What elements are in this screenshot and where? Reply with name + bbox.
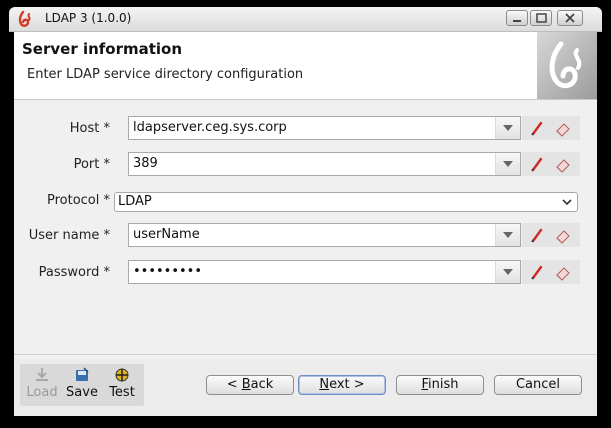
chevron-down-icon [562, 199, 572, 206]
load-button[interactable]: Load [22, 364, 62, 406]
next-mnemonic: N [319, 377, 330, 392]
host-value: ldapserver.ceg.sys.corp [133, 120, 287, 135]
username-tools [522, 223, 580, 247]
wizard-header: Server information Enter LDAP service di… [14, 32, 597, 100]
next-button[interactable]: Next > [298, 375, 386, 395]
page-title: Server information [22, 40, 183, 58]
port-tools [522, 152, 580, 176]
finish-button[interactable]: Finish [396, 375, 484, 395]
header-logo [537, 32, 597, 99]
back-button[interactable]: < Back [206, 375, 294, 395]
eraser-icon[interactable] [554, 155, 572, 173]
maximize-icon [536, 13, 547, 23]
save-button[interactable]: Save [62, 364, 102, 406]
password-dropdown-button[interactable] [495, 261, 520, 283]
wizard-window: LDAP 3 (1.0.0) Server information Enter … [0, 0, 611, 428]
chevron-down-icon [503, 269, 513, 275]
protocol-label: Protocol * [46, 193, 110, 208]
maximize-button[interactable] [530, 10, 552, 26]
title-bar[interactable]: LDAP 3 (1.0.0) [9, 7, 602, 32]
edit-icon[interactable] [528, 119, 546, 137]
window-title: LDAP 3 (1.0.0) [45, 11, 132, 25]
host-dropdown-button[interactable] [495, 117, 520, 139]
host-combo[interactable]: ldapserver.ceg.sys.corp [128, 116, 521, 140]
password-tools [522, 260, 580, 284]
password-combo[interactable]: ••••••••• [128, 260, 521, 284]
chevron-down-icon [503, 161, 513, 167]
password-value: ••••••••• [133, 264, 203, 279]
minimize-button[interactable] [506, 10, 528, 26]
chevron-down-icon [503, 125, 513, 131]
load-icon [36, 368, 48, 381]
wizard-body: Server information Enter LDAP service di… [14, 32, 597, 416]
username-label: User name * [28, 228, 110, 243]
password-label: Password * [38, 265, 110, 280]
eraser-icon[interactable] [554, 119, 572, 137]
edit-icon[interactable] [528, 263, 546, 281]
chevron-down-icon [503, 232, 513, 238]
footer-divider [14, 354, 597, 355]
port-value: 389 [133, 156, 158, 171]
protocol-value: LDAP [118, 194, 152, 209]
close-button[interactable] [557, 10, 583, 26]
load-label: Load [26, 385, 58, 400]
back-rest: ack [250, 377, 274, 392]
app-logo-icon [18, 10, 31, 27]
server-form: Host * ldapserver.ceg.sys.corp Port * 38… [14, 100, 597, 360]
test-label: Test [109, 385, 135, 400]
username-combo[interactable]: userName [128, 223, 521, 247]
finish-rest: inish [428, 377, 459, 392]
protocol-select[interactable]: LDAP [114, 192, 578, 212]
eraser-icon[interactable] [554, 263, 572, 281]
back-mnemonic: B [241, 377, 251, 392]
minimize-icon [513, 20, 521, 22]
test-button[interactable]: Test [102, 364, 142, 406]
back-prefix: < [226, 377, 242, 392]
username-dropdown-button[interactable] [495, 224, 520, 246]
save-icon [76, 367, 89, 381]
eraser-icon[interactable] [554, 226, 572, 244]
config-toolbar: Load Save Test [20, 364, 144, 406]
username-value: userName [133, 227, 200, 242]
edit-icon[interactable] [528, 155, 546, 173]
edit-icon[interactable] [528, 226, 546, 244]
port-combo[interactable]: 389 [128, 152, 521, 176]
host-label: Host * [69, 121, 110, 136]
brand-logo-icon [549, 41, 582, 89]
test-icon [115, 368, 129, 382]
host-tools [522, 116, 580, 140]
save-label: Save [66, 385, 98, 400]
page-subtitle: Enter LDAP service directory configurati… [27, 67, 304, 82]
close-icon [565, 13, 575, 23]
port-dropdown-button[interactable] [495, 153, 520, 175]
next-rest: ext > [329, 377, 365, 392]
cancel-button[interactable]: Cancel [494, 375, 582, 395]
port-label: Port * [73, 157, 110, 172]
